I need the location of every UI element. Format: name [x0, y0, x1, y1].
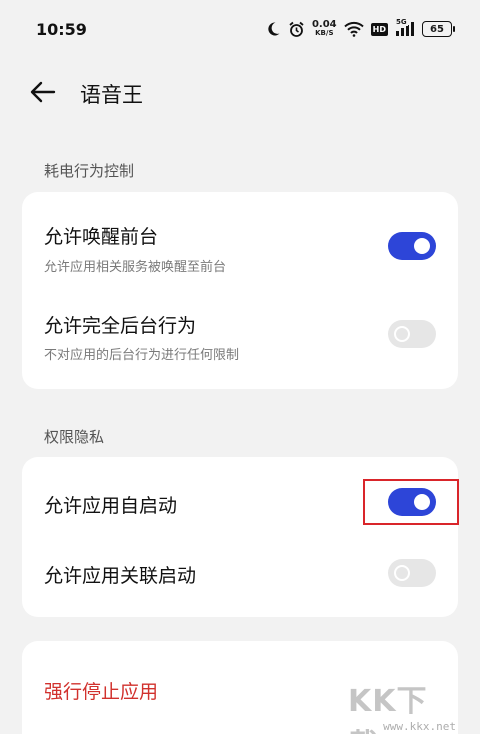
- highlight-box: [363, 479, 459, 525]
- battery-level: 65: [430, 23, 444, 35]
- status-icons: 0.04 KB/S HD 5G 65: [265, 18, 455, 38]
- toggle-associated-start[interactable]: [388, 559, 436, 587]
- battery-icon: 65: [422, 21, 455, 37]
- net-speed: 0.04 KB/S: [312, 20, 337, 38]
- status-bar: 10:59 0.04 KB/S HD 5G 65: [0, 0, 480, 58]
- signal-label: 5G: [395, 18, 408, 26]
- setting-title: 允许应用关联启动: [44, 565, 197, 587]
- watermark: KK下载 www.kkx.net: [348, 676, 458, 734]
- back-button[interactable]: [28, 78, 58, 106]
- power-settings-card: 允许唤醒前台 允许应用相关服务被唤醒至前台 允许完全后台行为 不对应用的后台行为…: [22, 192, 458, 389]
- page-title: 语音王: [80, 83, 143, 107]
- setting-subtitle: 不对应用的后台行为进行任何限制: [44, 348, 240, 363]
- app-bar: 语音王: [0, 70, 480, 114]
- force-stop-button[interactable]: 强行停止应用: [44, 677, 158, 704]
- status-time: 10:59: [36, 19, 87, 39]
- toggle-wake-foreground[interactable]: [388, 232, 436, 260]
- toggle-knob: [414, 238, 430, 254]
- wifi-icon: [343, 21, 364, 37]
- setting-row-associated-start[interactable]: 允许应用关联启动: [22, 543, 458, 617]
- setting-row-wake-foreground[interactable]: 允许唤醒前台 允许应用相关服务被唤醒至前台: [22, 192, 458, 284]
- toggle-full-background[interactable]: [388, 320, 436, 348]
- alarm-icon: [288, 21, 305, 38]
- setting-row-full-background[interactable]: 允许完全后台行为 不对应用的后台行为进行任何限制: [22, 284, 458, 389]
- net-speed-unit: KB/S: [315, 29, 334, 37]
- section-title-privacy: 权限隐私: [44, 428, 105, 446]
- moon-icon: [265, 21, 281, 37]
- toggle-knob: [394, 326, 410, 342]
- signal-icon: 5G: [395, 18, 415, 37]
- net-speed-value: 0.04: [311, 19, 337, 30]
- setting-title: 允许唤醒前台: [44, 226, 159, 248]
- arrow-left-icon: [30, 81, 56, 103]
- section-title-power: 耗电行为控制: [44, 162, 135, 180]
- hd-badge: HD: [370, 22, 388, 36]
- toggle-knob: [394, 565, 410, 581]
- setting-subtitle: 允许应用相关服务被唤醒至前台: [44, 260, 227, 275]
- watermark-url: www.kkx.net: [383, 720, 456, 733]
- setting-title: 允许完全后台行为: [44, 315, 197, 337]
- setting-title: 允许应用自启动: [44, 495, 178, 517]
